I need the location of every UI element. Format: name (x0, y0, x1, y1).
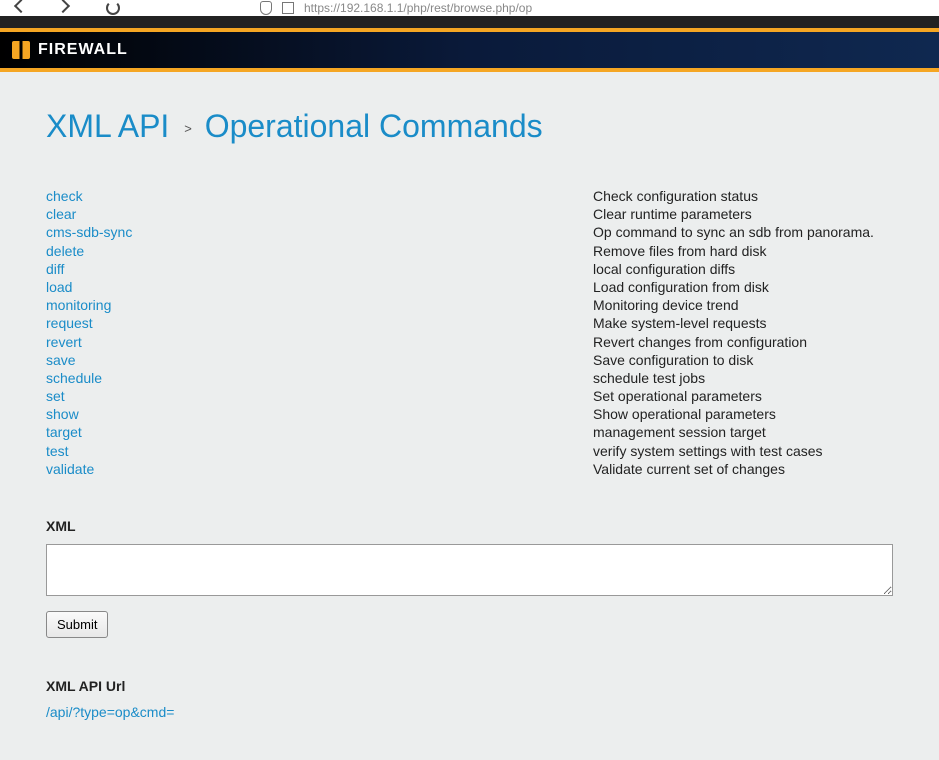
command-desc: Save configuration to disk (593, 351, 893, 369)
breadcrumb-sep-icon: > (184, 121, 192, 136)
command-desc: Check configuration status (593, 187, 893, 205)
command-desc: Revert changes from configuration (593, 333, 893, 351)
command-row: request Make system-level requests (46, 314, 893, 332)
api-url-link[interactable]: /api/?type=op&cmd= (46, 704, 174, 720)
command-link-delete[interactable]: delete (46, 243, 84, 259)
command-row: clear Clear runtime parameters (46, 205, 893, 223)
xml-input[interactable] (46, 544, 893, 596)
xml-label: XML (46, 518, 893, 534)
top-gap (0, 16, 939, 28)
command-row: check Check configuration status (46, 187, 893, 205)
page-title: XML API > Operational Commands (46, 108, 893, 145)
command-desc: Clear runtime parameters (593, 205, 893, 223)
title-right: Operational Commands (205, 108, 543, 144)
command-row: diff local configuration diffs (46, 260, 893, 278)
command-row: validate Validate current set of changes (46, 460, 893, 478)
command-desc: Validate current set of changes (593, 460, 893, 478)
reload-icon[interactable] (106, 1, 120, 15)
back-icon[interactable] (14, 0, 28, 13)
command-desc: Set operational parameters (593, 387, 893, 405)
shield-icon (260, 1, 272, 15)
command-desc: local configuration diffs (593, 260, 893, 278)
command-link-diff[interactable]: diff (46, 261, 64, 277)
url-text: https://192.168.1.1/php/rest/browse.php/… (304, 1, 532, 15)
command-desc: Load configuration from disk (593, 278, 893, 296)
command-desc: verify system settings with test cases (593, 442, 893, 460)
command-row: target management session target (46, 423, 893, 441)
command-desc: Make system-level requests (593, 314, 893, 332)
command-link-cms-sdb-sync[interactable]: cms-sdb-sync (46, 224, 132, 240)
command-row: test verify system settings with test cas… (46, 442, 893, 460)
command-desc: management session target (593, 423, 893, 441)
url-bar[interactable]: https://192.168.1.1/php/rest/browse.php/… (260, 1, 532, 15)
api-url-value[interactable]: /api/?type=op&cmd= (46, 704, 893, 720)
command-link-set[interactable]: set (46, 388, 65, 404)
page-icon (282, 2, 294, 14)
command-row: set Set operational parameters (46, 387, 893, 405)
firewall-logo-icon (12, 41, 30, 59)
command-link-check[interactable]: check (46, 188, 83, 204)
command-desc: Remove files from hard disk (593, 242, 893, 260)
command-desc: Show operational parameters (593, 405, 893, 423)
command-row: show Show operational parameters (46, 405, 893, 423)
command-row: delete Remove files from hard disk (46, 242, 893, 260)
command-row: cms-sdb-sync Op command to sync an sdb fr… (46, 223, 893, 241)
command-link-load[interactable]: load (46, 279, 72, 295)
title-left: XML API (46, 108, 169, 144)
command-link-monitoring[interactable]: monitoring (46, 297, 111, 313)
command-row: save Save configuration to disk (46, 351, 893, 369)
command-link-target[interactable]: target (46, 424, 82, 440)
command-row: monitoring Monitoring device trend (46, 296, 893, 314)
command-desc: schedule test jobs (593, 369, 893, 387)
command-link-test[interactable]: test (46, 443, 69, 459)
command-link-clear[interactable]: clear (46, 206, 76, 222)
browser-bar: https://192.168.1.1/php/rest/browse.php/… (0, 0, 939, 16)
command-link-show[interactable]: show (46, 406, 79, 422)
forward-icon[interactable] (56, 0, 70, 13)
brand-text: FIREWALL (38, 41, 128, 59)
api-url-label: XML API Url (46, 678, 893, 694)
command-row: revert Revert changes from configuration (46, 333, 893, 351)
command-link-request[interactable]: request (46, 315, 93, 331)
command-desc: Op command to sync an sdb from panorama. (593, 223, 893, 241)
command-list: check Check configuration status clear Clea… (46, 187, 893, 478)
command-link-revert[interactable]: revert (46, 334, 82, 350)
command-link-validate[interactable]: validate (46, 461, 94, 477)
command-row: load Load configuration from disk (46, 278, 893, 296)
command-link-schedule[interactable]: schedule (46, 370, 102, 386)
app-header: FIREWALL (0, 28, 939, 72)
command-link-save[interactable]: save (46, 352, 76, 368)
command-desc: Monitoring device trend (593, 296, 893, 314)
command-row: schedule schedule test jobs (46, 369, 893, 387)
submit-button[interactable]: Submit (46, 611, 108, 638)
